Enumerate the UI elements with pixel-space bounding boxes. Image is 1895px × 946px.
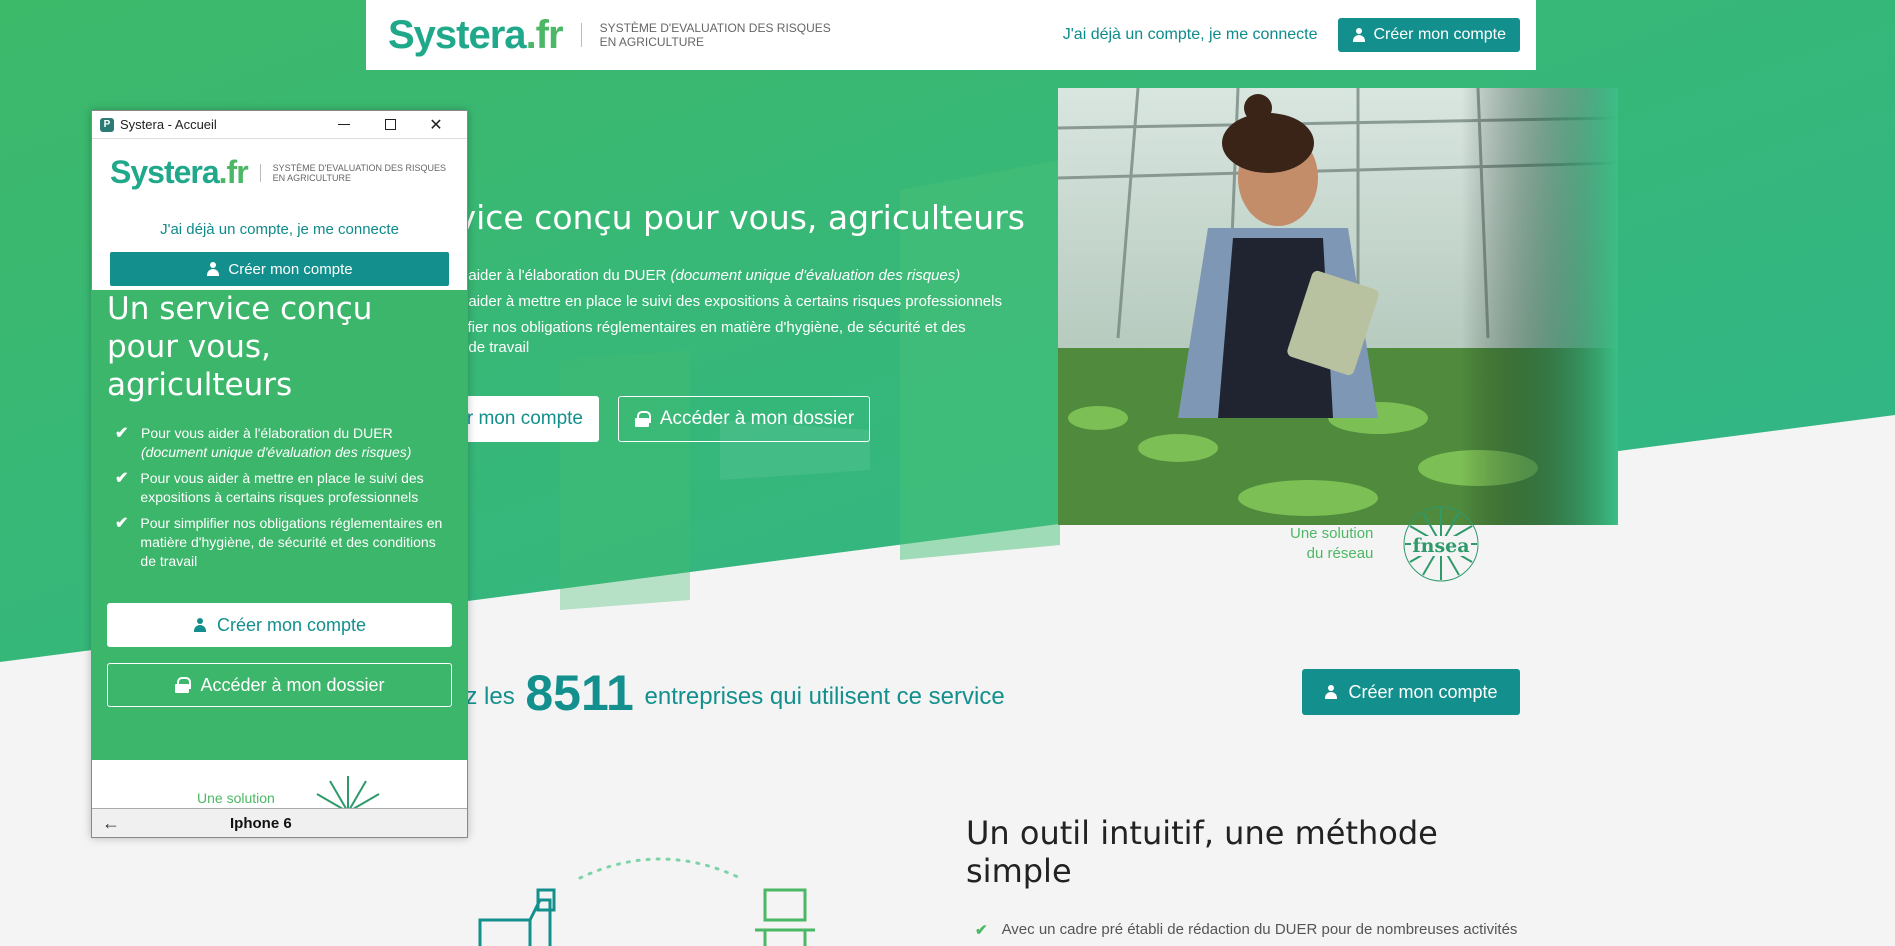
user-icon	[206, 262, 220, 276]
fnsea-caption: Une solution du réseau	[1290, 525, 1374, 562]
phone-benefit-2: ✔ Pour vous aider à mettre en place le su…	[115, 470, 424, 505]
hero-benefit-1: ous aider à l'élaboration du DUER (docum…	[440, 267, 961, 284]
fnsea-logo-icon: fnsea	[1403, 506, 1479, 582]
phone-header-create-account-label: Créer mon compte	[228, 260, 353, 278]
close-button[interactable]: ✕	[413, 111, 459, 139]
check-icon: ✔	[115, 515, 129, 532]
device-preview-window: P Systera - Accueil ✕ Systera.fr Système…	[91, 110, 468, 838]
phone-login-link[interactable]: J'ai déjà un compte, je me connecte	[110, 221, 449, 238]
logo-tagline: Système d'evaluation des risques en agric…	[599, 21, 831, 49]
main-create-account-label: Créer mon compte	[1348, 681, 1498, 702]
main-create-account-button[interactable]: Créer mon compte	[1302, 669, 1520, 715]
counter-number: 8511	[525, 665, 634, 721]
check-icon: ✔	[115, 425, 129, 442]
tool-illustration	[478, 857, 815, 946]
site-logo[interactable]: Systera.fr Système d'evaluation des risq…	[388, 13, 831, 58]
phone-logo-tagline: Système d'evaluation des risques en agric…	[272, 162, 447, 183]
fnsea-network-badge: Une solution du réseau fnsea	[1290, 506, 1479, 582]
header-create-account-button[interactable]: Créer mon compte	[1337, 18, 1520, 52]
maximize-button[interactable]	[367, 111, 413, 139]
tool-section-title: Un outil intuitif, une méthode simple	[966, 814, 1438, 890]
phone-create-account-button[interactable]: Créer mon compte	[107, 603, 452, 647]
hero-farmer-photo	[1058, 88, 1618, 525]
hero-benefit-3-cont: ons de travail	[440, 339, 530, 356]
tool-feature-1-text: Avec un cadre pré établi de rédaction du…	[1001, 921, 1518, 938]
phone-access-file-button[interactable]: Accéder à mon dossier	[107, 663, 452, 707]
device-toolbar: ← Iphone 6	[92, 808, 467, 837]
back-arrow-icon[interactable]: ←	[102, 813, 120, 834]
phone-benefits-list: ✔ Pour vous aider à l'élaboration du DUER…	[107, 424, 452, 571]
phone-logo[interactable]: Systera.fr Système d'evaluation des risq…	[110, 154, 449, 191]
phone-hero: Un service conçu pour vous, agriculteurs…	[92, 290, 467, 760]
maximize-icon	[384, 119, 396, 130]
phone-logo-wordmark: Systera.fr	[110, 154, 249, 190]
hero-access-file-button[interactable]: Accéder à mon dossier	[618, 396, 870, 442]
phone-footer-solution-text: Une solution	[197, 790, 275, 806]
window-titlebar[interactable]: P Systera - Accueil ✕	[92, 111, 467, 139]
user-icon	[193, 618, 207, 632]
users-counter: ez les 8511 entreprises qui utilisent ce…	[452, 664, 1005, 722]
check-icon: ✔	[975, 922, 988, 939]
user-icon	[1352, 28, 1366, 42]
phone-benefit-3: ✔ Pour simplifier nos obligations régleme…	[115, 515, 443, 569]
tool-feature-1: ✔ Avec un cadre pré établi de rédaction d…	[975, 921, 1517, 939]
counter-suffix: entreprises qui utilisent ce service	[644, 683, 1005, 710]
lock-icon	[634, 411, 651, 427]
header-create-account-label: Créer mon compte	[1373, 26, 1507, 43]
lock-icon	[174, 677, 192, 693]
check-icon: ✔	[115, 470, 129, 487]
site-header: Systera.fr Système d'evaluation des risq…	[366, 0, 1536, 70]
device-label[interactable]: Iphone 6	[230, 815, 292, 832]
login-link[interactable]: J'ai déjà un compte, je me connecte	[1063, 26, 1318, 44]
phone-header-create-account-button[interactable]: Créer mon compte	[110, 252, 449, 286]
phone-viewport[interactable]: Systera.fr Système d'evaluation des risq…	[92, 140, 467, 808]
hero-title: rvice conçu pour vous, agriculteurs	[443, 198, 1025, 237]
phone-fnsea-logo-icon	[316, 776, 380, 808]
phone-access-file-label: Accéder à mon dossier	[200, 674, 385, 695]
minimize-button[interactable]	[321, 111, 367, 139]
logo-wordmark: Systera.fr	[388, 12, 564, 57]
svg-text:fnsea: fnsea	[1413, 535, 1470, 557]
phone-create-account-label: Créer mon compte	[216, 614, 367, 635]
window-title: Systera - Accueil	[120, 117, 217, 132]
logo-separator	[580, 23, 582, 47]
hero-access-file-label: Accéder à mon dossier	[659, 408, 855, 429]
phone-benefit-1: ✔ Pour vous aider à l'élaboration du DUER…	[115, 425, 412, 460]
user-icon	[1324, 685, 1338, 699]
hero-benefit-2: ous aider à mettre en place le suivi des…	[440, 293, 1002, 310]
phone-header: Systera.fr Système d'evaluation des risq…	[92, 140, 467, 290]
app-icon: P	[100, 117, 114, 132]
hero-benefits-list: ous aider à l'élaboration du DUER (docum…	[440, 266, 1002, 364]
phone-hero-title: Un service conçu pour vous, agriculteurs	[107, 291, 373, 403]
phone-logo-separator	[259, 163, 261, 182]
minimize-icon	[338, 124, 350, 125]
hero-benefit-3: mplifier nos obligations réglementaires …	[440, 319, 966, 336]
